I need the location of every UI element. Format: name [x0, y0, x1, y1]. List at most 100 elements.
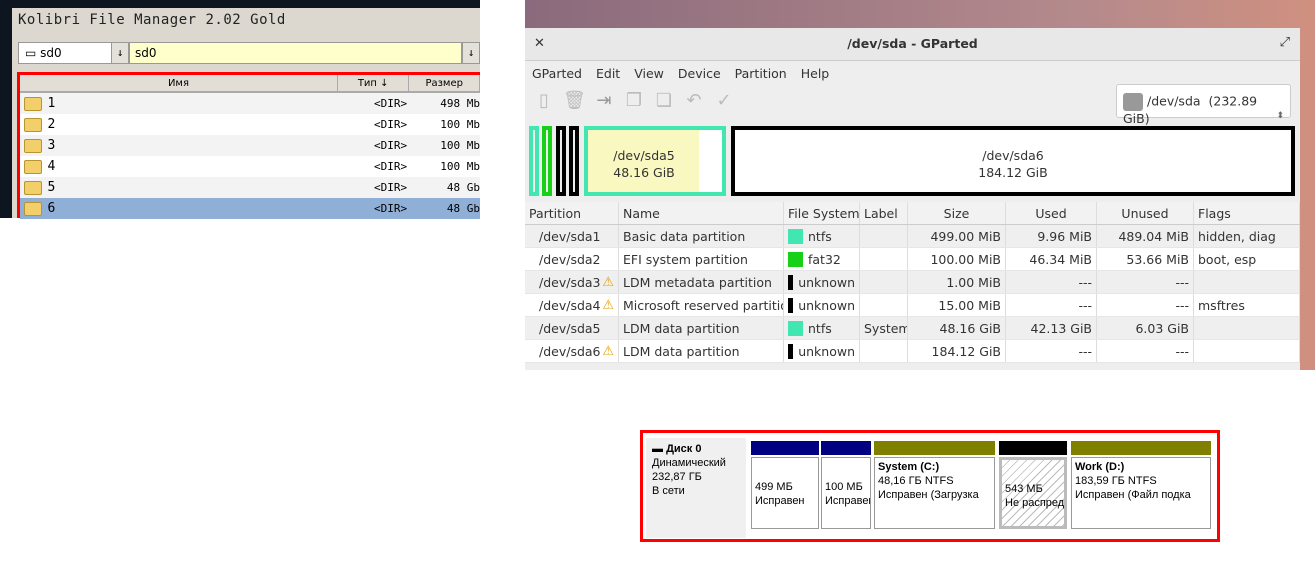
- column-header[interactable]: File System: [784, 202, 860, 224]
- cell-flags: msftres: [1198, 297, 1245, 313]
- volume-title: Work (D:): [1075, 461, 1125, 473]
- toolbar: ▯ 🗑 ⇥ ❐ ❏ ↶ ✓: [533, 90, 735, 114]
- table-row[interactable]: /dev/sda4 ⚠ Microsoft reserved partition un…: [525, 294, 1300, 317]
- menu-edit[interactable]: Edit: [596, 66, 620, 81]
- partition-block-sda1[interactable]: [529, 126, 539, 196]
- partition-block-sda4[interactable]: [569, 126, 579, 196]
- cell-used: ---: [1078, 274, 1092, 290]
- disk-size: 232,87 ГБ: [652, 471, 702, 483]
- volume-block[interactable]: System (C:) 48,16 ГБ NTFS Исправен (Загруз…: [874, 441, 995, 531]
- cell-label: System: [864, 320, 908, 336]
- column-type[interactable]: Тип ↓: [338, 75, 410, 91]
- fs-color-swatch: [788, 228, 803, 244]
- column-header[interactable]: Name: [619, 202, 784, 224]
- partition-block-sda6[interactable]: /dev/sda6 184.12 GiB: [731, 126, 1295, 196]
- file-size: 498 Mb: [440, 97, 480, 110]
- path-dropdown-button[interactable]: ↓: [462, 42, 480, 64]
- cell-partition: /dev/sda4: [539, 297, 601, 313]
- column-header[interactable]: Unused: [1097, 202, 1194, 224]
- volume-size: 100 МБ: [825, 481, 863, 493]
- file-name: 5: [47, 180, 56, 195]
- warning-icon: ⚠: [602, 343, 614, 359]
- fs-color-swatch: [788, 251, 803, 267]
- cell-size: 184.12 GiB: [931, 343, 1001, 359]
- column-name[interactable]: Имя: [20, 75, 338, 91]
- cell-unused: ---: [1175, 297, 1189, 313]
- cell-unused: 53.66 MiB: [1126, 251, 1189, 267]
- window-title: /dev/sda - GParted: [847, 36, 978, 51]
- volume-block[interactable]: 100 МБ Исправен: [821, 441, 871, 531]
- column-header[interactable]: Used: [1006, 202, 1097, 224]
- paste-icon[interactable]: ❏: [653, 90, 675, 114]
- cell-size: 1.00 MiB: [946, 274, 1001, 290]
- file-row[interactable]: 1 <DIR> 498 Mb: [20, 93, 480, 114]
- volume-block[interactable]: Work (D:) 183,59 ГБ NTFS Исправен (Файл по…: [1071, 441, 1211, 531]
- file-row[interactable]: 3 <DIR> 100 Mb: [20, 135, 480, 156]
- cell-partition: /dev/sda6: [539, 343, 601, 359]
- menu-help[interactable]: Help: [801, 66, 830, 81]
- volume-size: 48,16 ГБ NTFS: [878, 475, 954, 487]
- warning-icon: ⚠: [602, 274, 614, 290]
- cell-flags: hidden, diag: [1198, 228, 1276, 244]
- file-size: 48 Gb: [446, 181, 480, 194]
- cell-partition: /dev/sda3: [539, 274, 601, 290]
- fs-color-swatch: [788, 297, 794, 313]
- cell-partition: /dev/sda1: [539, 228, 601, 244]
- table-row[interactable]: /dev/sda5 LDM data partition ntfs System 48.…: [525, 317, 1300, 340]
- volume-bar: [821, 441, 871, 455]
- column-header[interactable]: Flags: [1194, 202, 1300, 224]
- table-row[interactable]: /dev/sda1 Basic data partition ntfs 499.00 …: [525, 225, 1300, 248]
- maximize-icon[interactable]: ⤢: [1280, 35, 1290, 50]
- path-input[interactable]: sd0: [129, 42, 462, 64]
- cell-unused: 489.04 MiB: [1118, 228, 1189, 244]
- column-header[interactable]: Label: [860, 202, 908, 224]
- file-type: <DIR>: [373, 139, 408, 152]
- partition-size: 48.16 GiB: [613, 165, 675, 180]
- partition-block-sda2[interactable]: [542, 126, 552, 196]
- cell-size: 100.00 MiB: [930, 251, 1001, 267]
- partition-block-sda5[interactable]: /dev/sda5 48.16 GiB: [584, 126, 726, 196]
- kolibri-window: Kolibri File Manager 2.02 Gold ▭ sd0 ↓ s…: [12, 8, 480, 219]
- column-header[interactable]: Partition: [525, 202, 619, 224]
- copy-icon[interactable]: ❐: [623, 90, 645, 114]
- volume-size: 543 МБ: [1005, 483, 1043, 495]
- fs-color-swatch: [788, 343, 794, 359]
- file-row[interactable]: 5 <DIR> 48 Gb: [20, 177, 480, 198]
- partition-block-sda3[interactable]: [556, 126, 566, 196]
- folder-icon: [24, 138, 42, 153]
- drive-dropdown-button[interactable]: ↓: [111, 42, 129, 64]
- volume-status: Исправен: [755, 495, 805, 507]
- table-row[interactable]: /dev/sda2 EFI system partition fat32 100.00…: [525, 248, 1300, 271]
- table-row[interactable]: /dev/sda6 ⚠ LDM data partition unknown 184.1…: [525, 340, 1300, 363]
- cell-used: 42.13 GiB: [1030, 320, 1093, 336]
- file-row[interactable]: 2 <DIR> 100 Mb: [20, 114, 480, 135]
- apply-icon[interactable]: ✓: [713, 90, 735, 114]
- file-type: <DIR>: [373, 181, 408, 194]
- new-partition-icon[interactable]: ▯: [533, 90, 555, 114]
- delete-icon[interactable]: 🗑: [563, 90, 586, 114]
- device-selector[interactable]: /dev/sda (232.89 GiB) ⬍: [1116, 84, 1291, 126]
- cell-name: Microsoft reserved partition: [623, 297, 784, 313]
- volume-block[interactable]: 499 МБ Исправен: [751, 441, 819, 531]
- column-header[interactable]: Size: [908, 202, 1006, 224]
- menu-gparted[interactable]: GParted: [532, 66, 582, 81]
- file-name: 2: [47, 117, 56, 132]
- resize-move-icon[interactable]: ⇥: [593, 90, 615, 114]
- disk-icon: ▬: [652, 443, 663, 455]
- folder-icon: [24, 180, 42, 195]
- undo-icon[interactable]: ↶: [683, 90, 705, 114]
- menu-device[interactable]: Device: [678, 66, 721, 81]
- table-row[interactable]: /dev/sda3 ⚠ LDM metadata partition unknown 1…: [525, 271, 1300, 294]
- menu-partition[interactable]: Partition: [735, 66, 787, 81]
- menu-view[interactable]: View: [634, 66, 664, 81]
- partition-name: /dev/sda5: [613, 148, 675, 163]
- drive-select[interactable]: ▭ sd0: [18, 42, 116, 64]
- cell-fs: fat32: [808, 251, 841, 267]
- column-size[interactable]: Размер: [409, 75, 480, 91]
- cell-unused: 6.03 GiB: [1135, 320, 1189, 336]
- cell-name: LDM data partition: [623, 343, 740, 359]
- file-row[interactable]: 4 <DIR> 100 Mb: [20, 156, 480, 177]
- volume-block[interactable]: 543 МБ Не распределена: [999, 441, 1067, 531]
- file-row[interactable]: 6 <DIR> 48 Gb: [20, 198, 480, 219]
- spin-arrows-icon: ⬍: [1276, 111, 1284, 121]
